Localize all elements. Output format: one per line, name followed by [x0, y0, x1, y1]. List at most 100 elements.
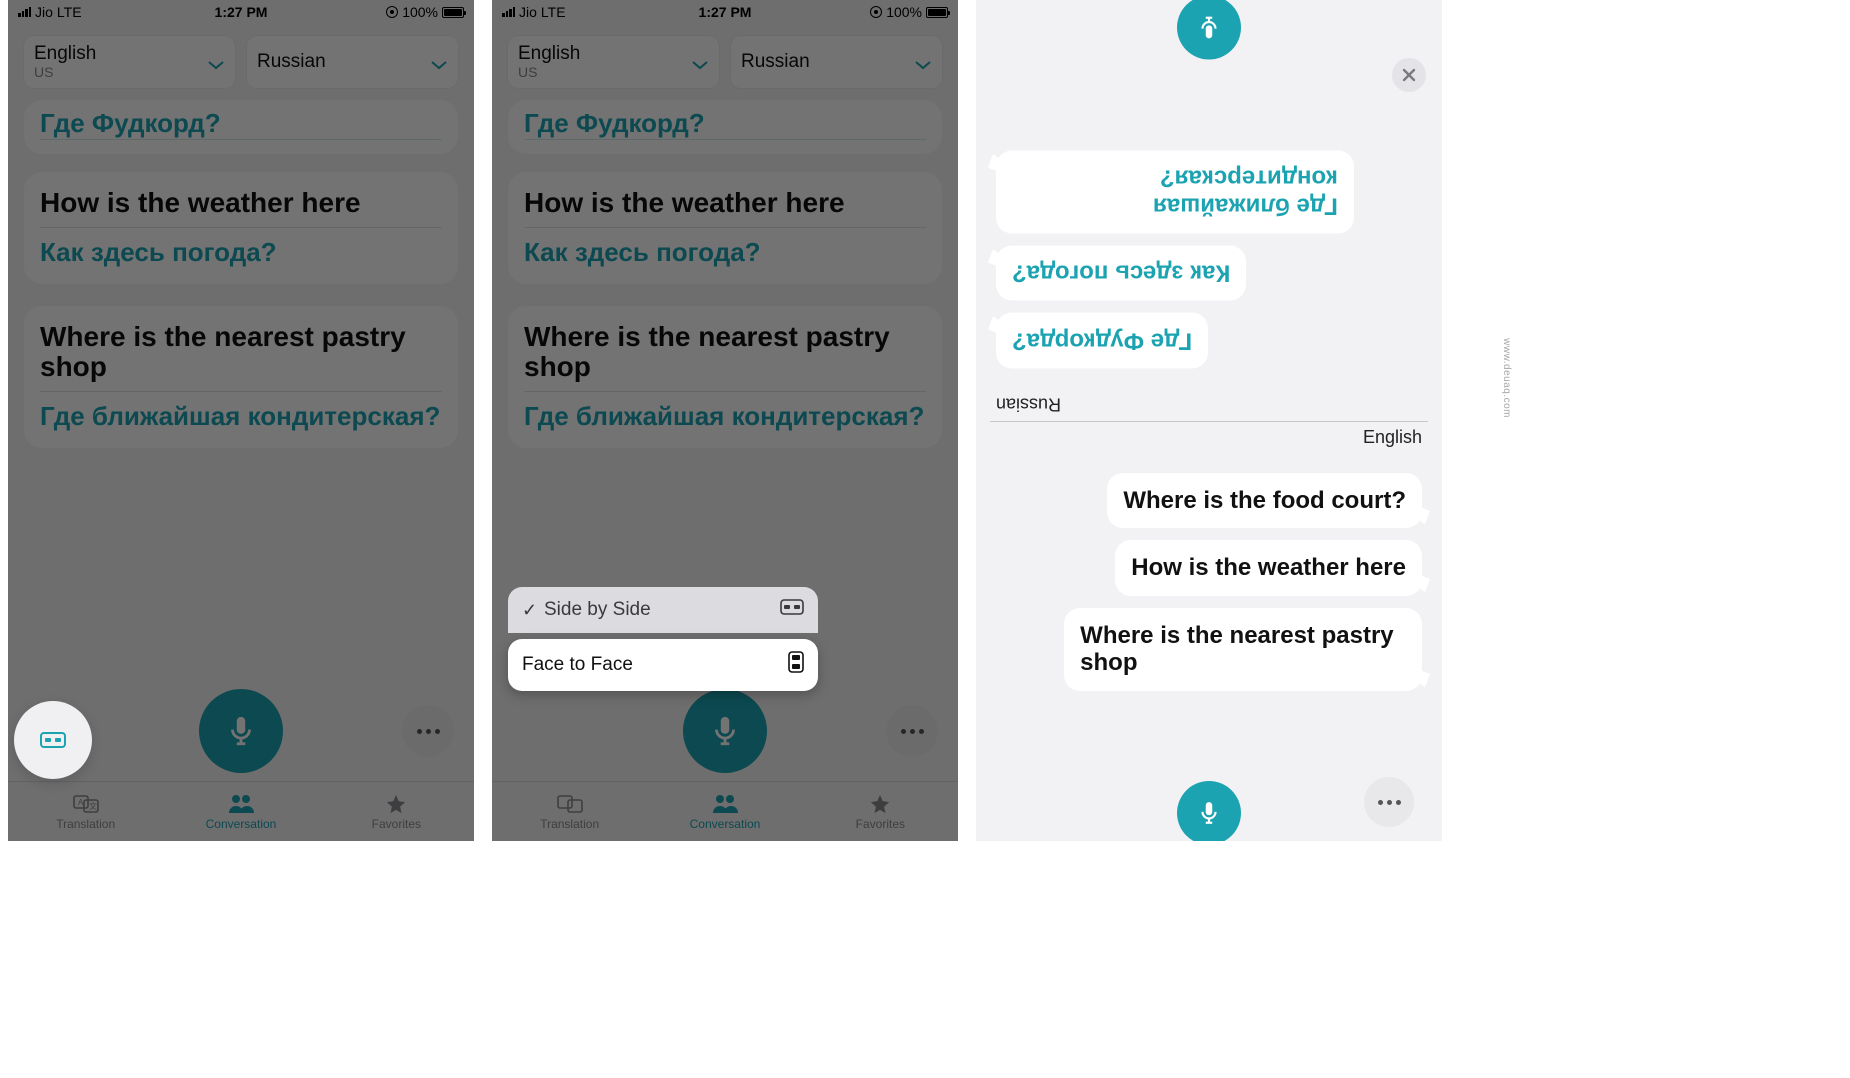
translation-text: Где Фудкорд?: [524, 106, 926, 140]
partner-language-label: Russian: [996, 394, 1061, 415]
microphone-icon: [1196, 15, 1222, 41]
conversation-scroll[interactable]: Где Фудкорд? How is the weather here Как…: [8, 96, 474, 448]
microphone-button[interactable]: [683, 689, 767, 773]
tab-favorites[interactable]: Favorites: [319, 782, 474, 841]
side-by-side-icon: [780, 599, 804, 621]
language-pill-target[interactable]: Russian: [731, 36, 942, 88]
tab-label: Favorites: [856, 817, 905, 831]
star-icon: [383, 793, 409, 815]
menu-item-side-by-side[interactable]: ✓ Side by Side: [508, 587, 818, 633]
microphone-icon: [224, 714, 258, 748]
message-bubble[interactable]: Where is the food court?: [1107, 473, 1422, 529]
translation-bubble[interactable]: How is the weather here Как здесь погода…: [508, 172, 942, 284]
translation-text: Как здесь погода?: [40, 228, 442, 268]
translation-bubble-partial[interactable]: Где Фудкорд?: [508, 100, 942, 154]
source-language: English: [518, 44, 580, 64]
ellipsis-icon: [901, 729, 924, 734]
more-button[interactable]: [886, 705, 938, 757]
menu-item-label: Face to Face: [522, 654, 633, 676]
translation-icon: [557, 793, 583, 815]
tab-bar: A文 Translation Conversation Favorites: [8, 781, 474, 841]
close-button[interactable]: [1392, 58, 1426, 92]
language-pill-target[interactable]: Russian: [247, 36, 458, 88]
language-selector-row: English US Russian: [8, 24, 474, 96]
message-bubble[interactable]: Как здесь погода?: [996, 245, 1246, 301]
tab-label: Translation: [540, 817, 599, 831]
user-side: English Where is the food court? How is …: [976, 421, 1442, 842]
tab-conversation[interactable]: Conversation: [647, 782, 802, 841]
translation-bubble[interactable]: Where is the nearest pastry shop Где бли…: [24, 306, 458, 448]
language-pill-source[interactable]: English US: [24, 36, 235, 88]
tab-favorites[interactable]: Favorites: [803, 782, 958, 841]
face-to-face-icon: [788, 651, 804, 679]
status-bar: Jio LTE 1:27 PM 100%: [8, 0, 474, 24]
chevron-down-icon: [691, 57, 709, 67]
tab-label: Translation: [56, 817, 115, 831]
translation-bubble[interactable]: Where is the nearest pastry shop Где бли…: [508, 306, 942, 448]
translation-text: Где Фудкорд?: [40, 106, 442, 140]
translation-text: Где ближайшая кондитерская?: [40, 392, 442, 432]
microphone-icon: [708, 714, 742, 748]
clock-label: 1:27 PM: [492, 4, 958, 20]
microphone-icon: [1196, 800, 1222, 826]
ellipsis-icon: [417, 729, 440, 734]
translation-bubble-partial[interactable]: Где Фудкорд?: [24, 100, 458, 154]
watermark: www.deuaq.com: [1501, 338, 1512, 418]
close-icon: [1401, 67, 1417, 83]
conversation-icon: [712, 793, 738, 815]
screenshot-conversation-view: Jio LTE 1:27 PM 100% English US Russian: [8, 0, 474, 841]
star-icon: [867, 793, 893, 815]
language-pill-source[interactable]: English US: [508, 36, 719, 88]
microphone-button[interactable]: [199, 689, 283, 773]
menu-item-face-to-face[interactable]: Face to Face: [508, 639, 818, 691]
translation-text: Как здесь погода?: [524, 228, 926, 268]
battery-icon: [926, 7, 948, 18]
source-language: English: [34, 44, 96, 64]
tab-label: Favorites: [372, 817, 421, 831]
translation-bubble[interactable]: How is the weather here Как здесь погода…: [24, 172, 458, 284]
source-region: US: [518, 64, 580, 80]
conversation-icon: [228, 793, 254, 815]
status-bar: Jio LTE 1:27 PM 100%: [492, 0, 958, 24]
screenshot-face-to-face: Russian Где Фудкорда? Как здесь погода? …: [976, 0, 1442, 841]
screenshot-view-menu: Jio LTE 1:27 PM 100% English US Russian: [492, 0, 958, 841]
message-bubble[interactable]: Где ближайшая кондитерская?: [996, 150, 1354, 233]
user-microphone-button[interactable]: [1177, 781, 1241, 841]
message-bubble[interactable]: Где Фудкорда?: [996, 313, 1208, 369]
menu-item-label: Side by Side: [544, 599, 651, 621]
svg-text:A: A: [78, 798, 84, 807]
user-language-label: English: [1363, 427, 1422, 448]
message-bubble[interactable]: How is the weather here: [1115, 540, 1422, 596]
tab-label: Conversation: [690, 817, 761, 831]
tab-translation[interactable]: Translation: [492, 782, 647, 841]
translation-icon: A文: [73, 793, 99, 815]
partner-side: Russian Где Фудкорда? Как здесь погода? …: [976, 0, 1442, 421]
tab-conversation[interactable]: Conversation: [163, 782, 318, 841]
source-text: How is the weather here: [40, 188, 442, 228]
translation-text: Где ближайшая кондитерская?: [524, 392, 926, 432]
more-button[interactable]: [402, 705, 454, 757]
conversation-scroll[interactable]: Где Фудкорд? How is the weather here Как…: [492, 96, 958, 448]
tab-translation[interactable]: A文 Translation: [8, 782, 163, 841]
source-region: US: [34, 64, 96, 80]
target-language: Russian: [257, 52, 326, 72]
checkmark-icon: ✓: [522, 600, 538, 621]
svg-text:文: 文: [89, 801, 97, 811]
clock-label: 1:27 PM: [8, 4, 474, 20]
source-text: Where is the nearest pastry shop: [40, 322, 442, 393]
chevron-down-icon: [207, 57, 225, 67]
chevron-down-icon: [430, 57, 448, 67]
side-by-side-icon: [39, 730, 67, 750]
ellipsis-icon: [1378, 800, 1401, 805]
message-bubble[interactable]: Where is the nearest pastry shop: [1064, 608, 1422, 691]
battery-icon: [442, 7, 464, 18]
more-button[interactable]: [1364, 777, 1414, 827]
view-mode-menu: ✓ Side by Side Face to Face: [508, 587, 818, 691]
tab-bar: Translation Conversation Favorites: [492, 781, 958, 841]
target-language: Russian: [741, 52, 810, 72]
bottom-controls: [492, 689, 958, 773]
partner-microphone-button[interactable]: [1177, 0, 1241, 60]
tab-label: Conversation: [206, 817, 277, 831]
source-text: Where is the nearest pastry shop: [524, 322, 926, 393]
view-mode-button-highlight[interactable]: [14, 701, 92, 779]
